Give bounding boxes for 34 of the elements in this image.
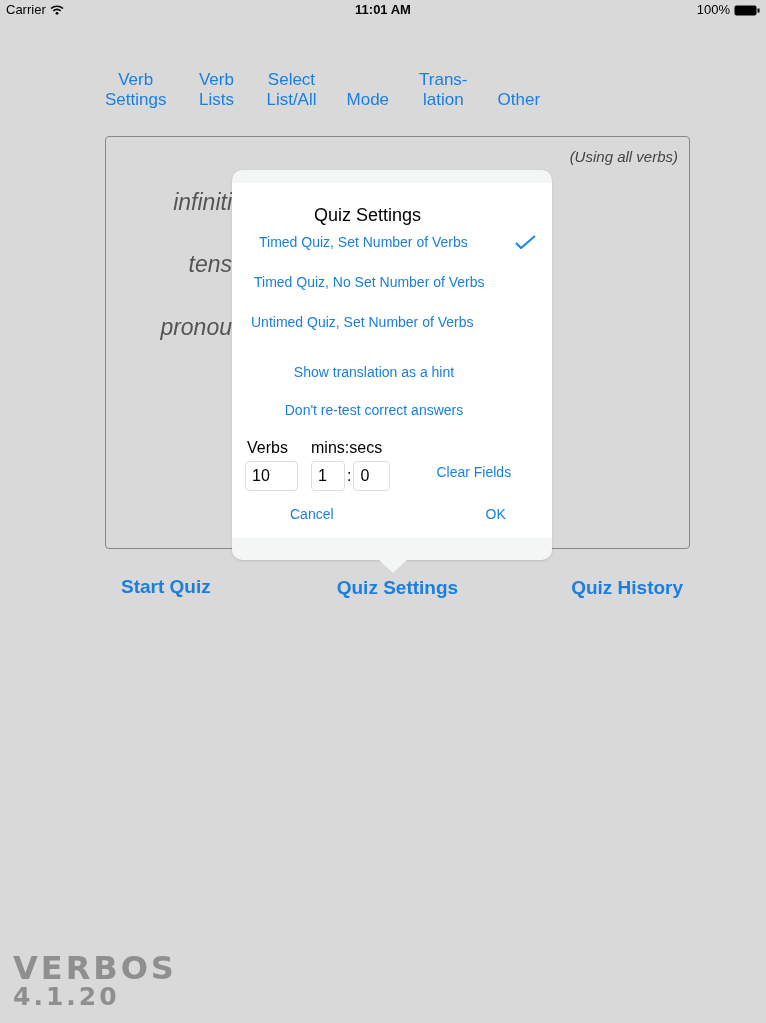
status-time: 11:01 AM (355, 1, 411, 20)
minutes-input[interactable]: 1 (311, 461, 345, 491)
seconds-input[interactable]: 0 (353, 461, 391, 491)
popover-title: Quiz Settings (314, 204, 423, 227)
time-label: mins:secs (311, 438, 384, 458)
toolbar-tab[interactable]: Trans- lation (419, 70, 468, 110)
app-logo: VERBOS (13, 952, 178, 984)
toolbar-tab[interactable]: Select List/All (266, 70, 317, 110)
toolbar-tab[interactable]: Mode (346, 90, 390, 110)
clear-fields-button[interactable]: Clear Fields (436, 462, 512, 483)
bottom-button[interactable]: Quiz History (571, 574, 684, 603)
bottom-button[interactable]: Quiz Settings (336, 574, 459, 603)
toolbar-tab[interactable]: Verb Lists (196, 70, 237, 110)
app-version: 4.1.20 (13, 984, 121, 1009)
toolbar-tab[interactable]: Other (497, 90, 541, 110)
verbs-label: Verbs (247, 438, 289, 458)
carrier-label: Carrier (6, 1, 46, 20)
verbs-input[interactable]: 10 (245, 461, 298, 491)
quiz-mode-option[interactable]: Untimed Quiz, Set Number of Verbs (232, 302, 552, 342)
field-label: tens (188, 250, 232, 279)
wifi-icon (49, 5, 64, 15)
cancel-button[interactable]: Cancel (290, 504, 334, 525)
battery-icon (734, 4, 760, 16)
toolbar-tab[interactable]: Verb Settings (105, 70, 167, 110)
field-label: infiniti (173, 187, 232, 217)
option-toggle[interactable]: Show translation as a hint (293, 362, 455, 383)
time-separator: : (347, 466, 352, 486)
option-toggle[interactable]: Don't re-test correct answers (284, 400, 464, 421)
verb-source-note: (Using all verbs) (569, 147, 678, 167)
field-label: pronou (160, 312, 232, 342)
battery-label: 100% (696, 1, 730, 20)
quiz-mode-option[interactable]: Timed Quiz, No Set Number of Verbs (232, 262, 552, 302)
ok-button[interactable]: OK (485, 504, 506, 525)
bottom-button[interactable]: Start Quiz (121, 571, 211, 603)
